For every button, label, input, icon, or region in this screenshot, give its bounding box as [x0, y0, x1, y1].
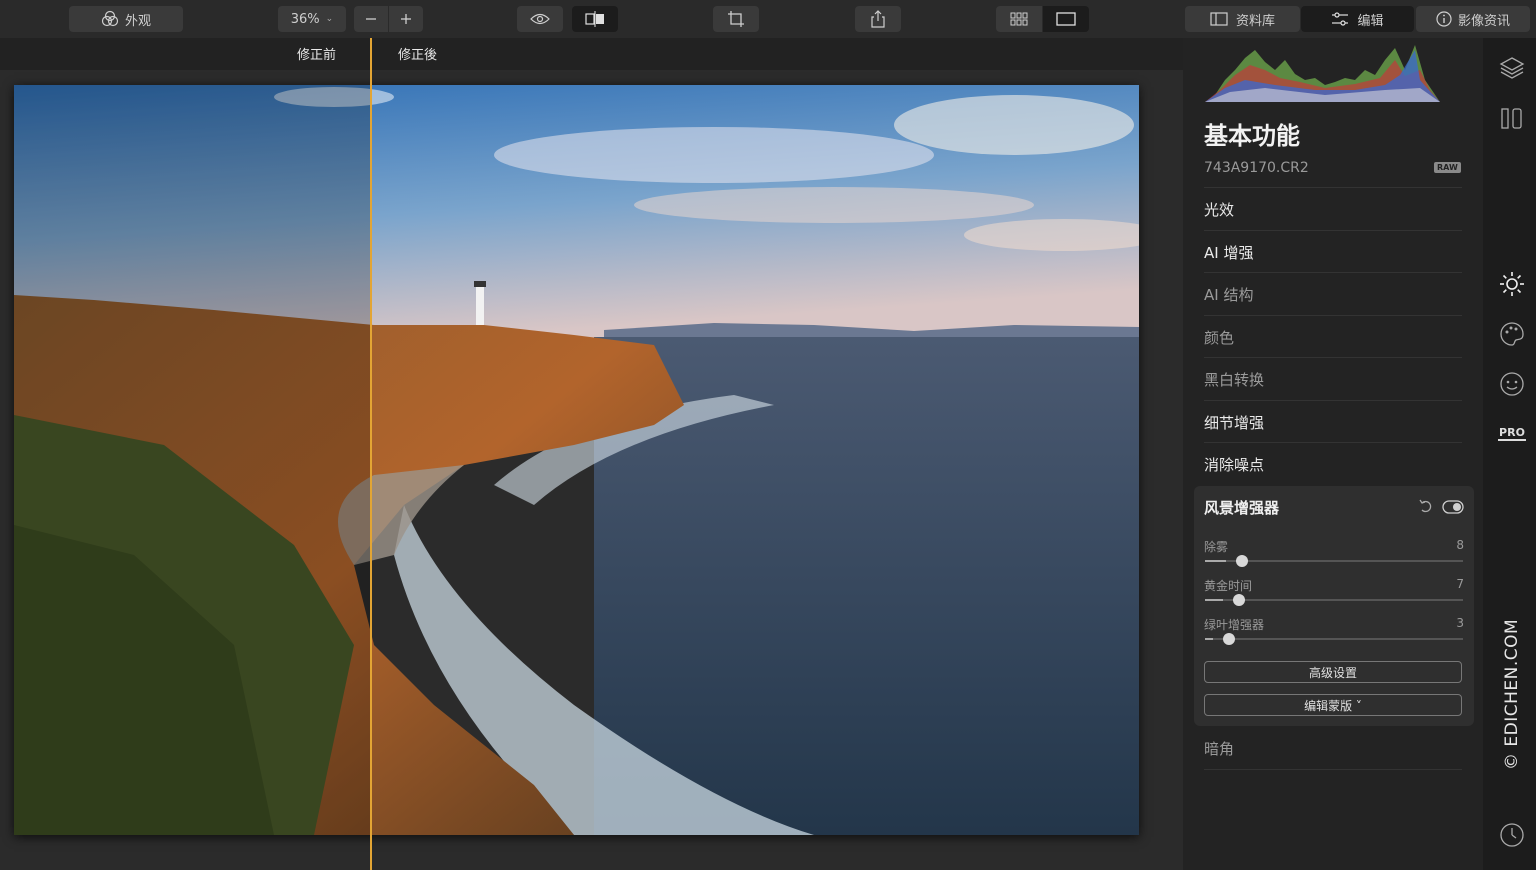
histogram — [1205, 45, 1440, 102]
slider-dehaze-value: 8 — [1456, 538, 1464, 552]
tab-edit-label: 编辑 — [1357, 13, 1384, 29]
layers-icon[interactable] — [1497, 53, 1527, 83]
compare-divider[interactable] — [370, 38, 372, 870]
zoom-out-button[interactable] — [354, 6, 388, 32]
sliders-icon — [1332, 12, 1349, 26]
zoom-value: 36% — [290, 11, 320, 27]
share-button[interactable] — [855, 6, 901, 32]
file-name: 743A9170.CR2 — [1204, 160, 1309, 176]
section-detail[interactable]: 细节增强 — [1204, 400, 1462, 443]
slider-golden-hour-label: 黄金时间 — [1204, 579, 1253, 593]
advanced-settings-button[interactable]: 高级设置 — [1204, 661, 1462, 683]
looks-icon — [101, 10, 119, 28]
essentials-sun-icon[interactable] — [1497, 269, 1527, 299]
tab-edit[interactable]: 编辑 — [1301, 6, 1414, 32]
tab-info[interactable]: 影像资讯 — [1416, 6, 1530, 32]
grid-icon — [1010, 12, 1028, 26]
history-clock-icon[interactable] — [1497, 820, 1527, 850]
zoom-in-button[interactable] — [389, 6, 423, 32]
zoom-dropdown[interactable]: 36% ⌄ — [278, 6, 346, 32]
library-icon — [1210, 12, 1228, 26]
slider-dehaze-knob[interactable] — [1236, 555, 1248, 567]
tab-info-label: 影像资讯 — [1457, 13, 1510, 29]
edit-mask-button[interactable]: 编辑蒙版 ˅ — [1204, 694, 1462, 716]
landscape-enhancer-title[interactable]: 风景增强器 — [1204, 497, 1279, 518]
section-bw-label: 黑白转换 — [1204, 370, 1265, 389]
looks-label: 外观 — [124, 13, 151, 29]
slider-foliage-fill — [1205, 638, 1213, 640]
toggle-visibility-icon[interactable] — [1442, 499, 1464, 518]
slider-foliage-value: 3 — [1456, 616, 1464, 630]
compare-button[interactable] — [572, 6, 618, 32]
section-denoise-label: 消除噪点 — [1204, 455, 1265, 474]
crop-icon — [728, 11, 744, 27]
slider-foliage-track[interactable] — [1205, 638, 1463, 640]
section-bw[interactable]: 黑白转换 — [1204, 357, 1462, 400]
section-light-label: 光效 — [1204, 200, 1235, 219]
chevron-down-icon: ⌄ — [325, 14, 334, 24]
info-icon — [1436, 11, 1452, 27]
slider-golden-hour-value: 7 — [1456, 577, 1464, 591]
canvas-tools-icon[interactable] — [1497, 103, 1527, 133]
landscape-enhancer-card — [1194, 486, 1474, 726]
portrait-face-icon[interactable] — [1497, 369, 1527, 399]
slider-dehaze-label: 除雾 — [1204, 540, 1229, 554]
eye-icon — [530, 13, 550, 25]
section-ai-enhance[interactable]: AI 增强 — [1204, 230, 1462, 273]
section-ai-structure-label: AI 结构 — [1204, 285, 1254, 304]
after-label: 修正後 — [398, 48, 438, 63]
slider-foliage-label: 绿叶增强器 — [1204, 618, 1265, 632]
grid-view-button[interactable] — [996, 6, 1042, 32]
tab-library-label: 资料库 — [1235, 13, 1275, 29]
photo-preview[interactable] — [14, 85, 1139, 835]
slider-foliage-knob[interactable] — [1223, 633, 1235, 645]
creative-palette-icon[interactable] — [1497, 319, 1527, 349]
minus-icon — [366, 18, 376, 20]
split-view-icon — [585, 11, 604, 27]
watermark: © EDICHEN.COM — [1502, 618, 1522, 770]
crop-button[interactable] — [713, 6, 759, 32]
section-ai-structure[interactable]: AI 结构 — [1204, 272, 1462, 315]
section-ai-enhance-label: AI 增强 — [1204, 243, 1254, 262]
tab-library[interactable]: 资料库 — [1185, 6, 1300, 32]
pro-label: PRO — [1498, 426, 1526, 441]
share-icon — [871, 10, 885, 28]
compare-label-bar — [0, 38, 1183, 70]
pro-tools-icon[interactable]: PRO — [1497, 419, 1527, 449]
slider-golden-hour-fill — [1205, 599, 1223, 601]
panel-title: 基本功能 — [1204, 122, 1300, 150]
plus-icon — [401, 14, 411, 24]
single-view-button[interactable] — [1043, 6, 1089, 32]
section-vignette[interactable]: 暗角 — [1204, 727, 1462, 770]
section-denoise[interactable]: 消除噪点 — [1204, 442, 1462, 485]
looks-button[interactable]: 外观 — [69, 6, 183, 32]
section-color-label: 颜色 — [1204, 328, 1235, 347]
before-label: 修正前 — [297, 48, 337, 63]
section-detail-label: 细节增强 — [1204, 413, 1265, 432]
slider-dehaze-fill — [1205, 560, 1226, 562]
slider-golden-hour-knob[interactable] — [1233, 594, 1245, 606]
raw-badge: RAW — [1434, 162, 1461, 173]
section-color[interactable]: 颜色 — [1204, 315, 1462, 358]
reset-icon[interactable] — [1419, 498, 1433, 518]
single-image-icon — [1056, 12, 1076, 26]
landscape-photo — [14, 85, 1139, 835]
section-light[interactable]: 光效 — [1204, 187, 1462, 230]
preview-button[interactable] — [517, 6, 563, 32]
section-vignette-label: 暗角 — [1204, 739, 1235, 758]
